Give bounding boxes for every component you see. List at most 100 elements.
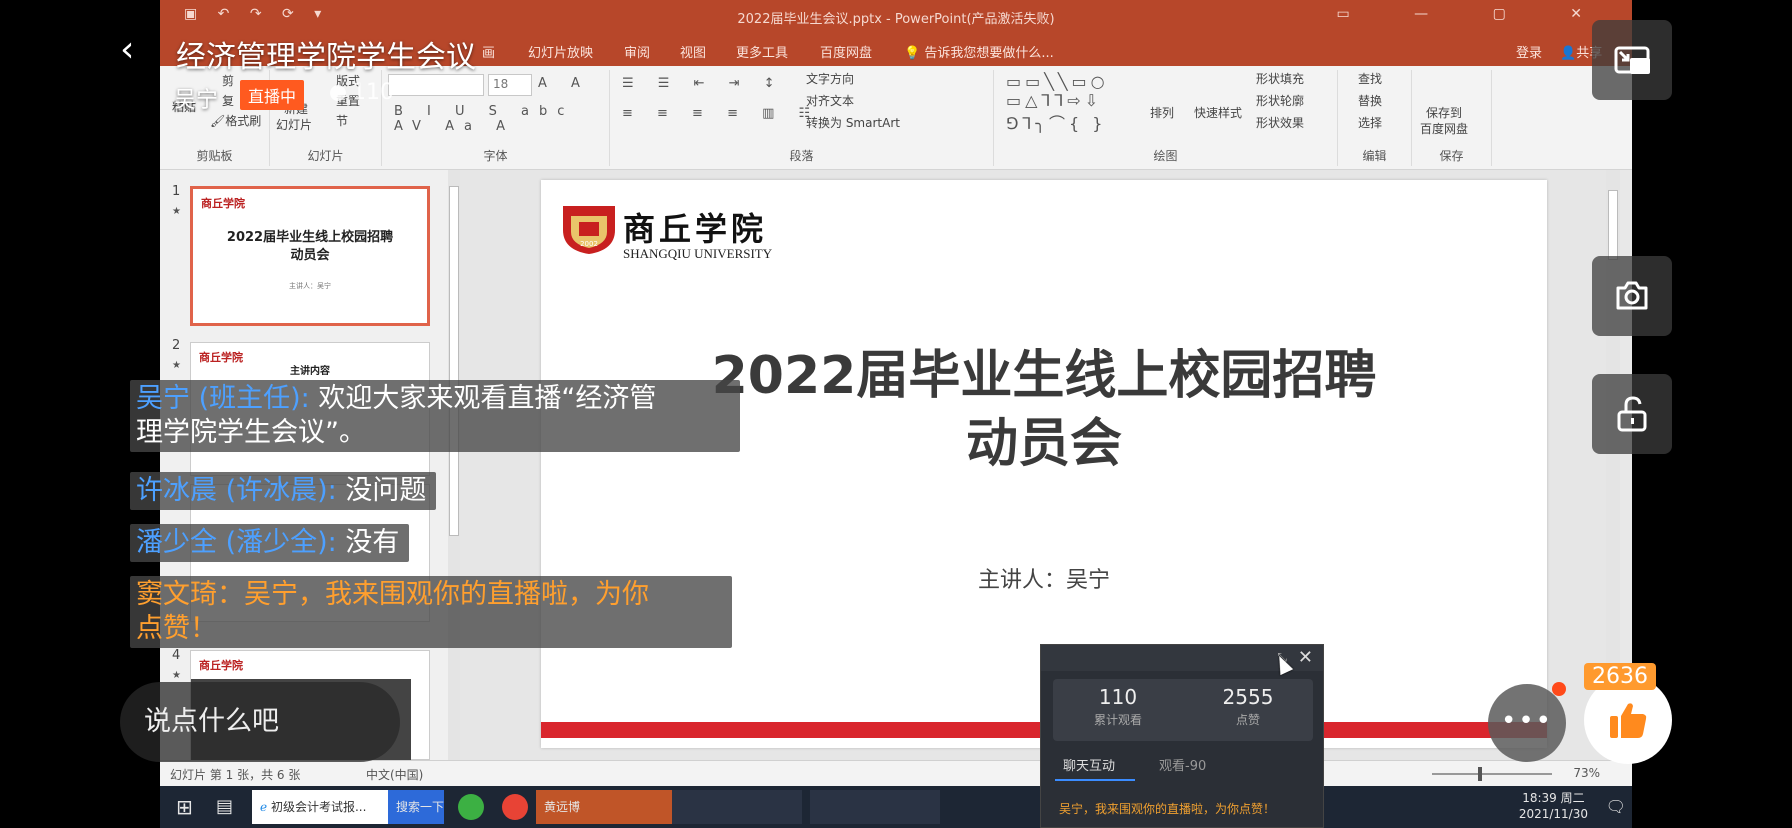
- taskbar-app-3[interactable]: [810, 790, 940, 824]
- total-views-value: 110: [1098, 685, 1138, 709]
- group-font: 18 A A B I U S abc AV Aa A 字体: [382, 70, 610, 166]
- thumb-title: 主讲内容: [290, 366, 330, 377]
- tell-me-search[interactable]: 💡 告诉我您想要做什么...: [904, 42, 1054, 61]
- editing-label: 编辑: [1362, 149, 1387, 163]
- screen-lock-button[interactable]: [1592, 374, 1672, 454]
- replace-button[interactable]: 替换: [1358, 92, 1382, 109]
- scroll-handle[interactable]: [1608, 190, 1618, 260]
- close-icon[interactable]: ✕: [1298, 647, 1313, 668]
- text-direction-button[interactable]: 文字方向: [806, 70, 854, 87]
- notification-icon[interactable]: 🗨: [1598, 790, 1626, 824]
- screenshot-button[interactable]: [1592, 256, 1672, 336]
- thumb-number-4: 4: [172, 648, 181, 663]
- chat-text-cont: 理学院学生会议”。: [136, 417, 366, 448]
- shapes-gallery-icon[interactable]: ▭▭╲╲▭○ ▭△⅂⅂⇨⇩ ⅁⅂╮⌒{ }: [1006, 72, 1109, 134]
- taskbar-browser-label: 初级会计考试报...: [270, 800, 367, 814]
- chat-message: 吴宁 (班主任): 欢迎大家来观看直播“经济管 理学院学生会议”。: [130, 380, 740, 452]
- clock[interactable]: 18:39 周二 2021/11/30: [1519, 790, 1588, 822]
- status-bar: 幻灯片 第 1 张，共 6 张 中文(中国) 73%: [160, 760, 1632, 786]
- back-chevron-icon[interactable]: ‹: [120, 30, 150, 70]
- chat-nick[interactable]: 潘少全 (潘少全):: [136, 527, 345, 558]
- language-indicator[interactable]: 中文(中国): [366, 766, 423, 783]
- task-view-icon[interactable]: ▤: [208, 790, 233, 824]
- font-size-grow-icon[interactable]: A A: [538, 76, 590, 91]
- arrange-button[interactable]: 排列: [1150, 104, 1174, 121]
- login-link[interactable]: 登录: [1516, 42, 1542, 61]
- camera-icon: [1616, 281, 1648, 310]
- more-button[interactable]: •••: [1488, 684, 1566, 762]
- tab-view[interactable]: 视图: [680, 42, 706, 61]
- zoom-slider[interactable]: [1432, 773, 1552, 775]
- shape-outline-button[interactable]: 形状轮廓: [1256, 92, 1304, 109]
- tab-slideshow[interactable]: 幻灯片放映: [528, 42, 593, 61]
- tab-baidu-pan[interactable]: 百度网盘: [820, 42, 872, 61]
- zoom-level[interactable]: 73%: [1573, 766, 1600, 780]
- star-icon: ★: [172, 206, 181, 217]
- picture-in-picture-icon: [1614, 46, 1650, 74]
- app-360-icon[interactable]: [458, 794, 484, 820]
- university-seal-icon: 2002: [563, 206, 615, 254]
- pip-button[interactable]: [1592, 20, 1672, 100]
- ie-icon: ℯ: [260, 800, 268, 814]
- format-painter-label: 格式刷: [225, 114, 262, 128]
- taskbar-browser-tab[interactable]: ℯ 初级会计考试报...: [252, 790, 388, 824]
- shape-effects-button[interactable]: 形状效果: [1256, 114, 1304, 131]
- brush-icon: 🖌: [210, 114, 226, 128]
- taskbar-search-button[interactable]: 搜索一下: [388, 790, 444, 824]
- chat-nick[interactable]: 许冰晨 (许冰晨):: [136, 475, 345, 506]
- slides-label: 幻灯片: [307, 149, 344, 163]
- font-size-input[interactable]: 18: [488, 74, 532, 96]
- tab-review[interactable]: 审阅: [624, 42, 650, 61]
- user-icon: 👤: [1560, 46, 1577, 61]
- chat-nick[interactable]: 吴宁 (班主任):: [136, 383, 318, 414]
- section-button[interactable]: 节: [336, 112, 348, 129]
- font-name-input[interactable]: [388, 74, 484, 96]
- tab-chat-interaction[interactable]: 聊天互动: [1063, 755, 1115, 774]
- chat-text: 没有: [345, 527, 400, 558]
- thumbnail-pane: 1 ★ 商丘学院 2022届毕业生线上校园招聘动员会 主讲人：吴宁 2 ★ 商丘…: [160, 170, 460, 761]
- align-icons[interactable]: ≡ ≡ ≡ ≡ ▥ ☷: [622, 106, 820, 121]
- align-text-button[interactable]: 对齐文本: [806, 92, 854, 109]
- save-to-baidu-button[interactable]: 保存到: [1426, 104, 1462, 121]
- shape-fill-button[interactable]: 形状填充: [1256, 70, 1304, 87]
- chat-message-like: 窦文琦：吴宁，我来围观你的直播啦，为你 点赞！: [130, 576, 732, 648]
- smartart-button[interactable]: 转换为 SmartArt: [806, 114, 900, 131]
- taskbar-app-2[interactable]: [672, 790, 802, 824]
- chrome-icon[interactable]: [502, 794, 528, 820]
- find-button[interactable]: 查找: [1358, 70, 1382, 87]
- format-painter-button[interactable]: 🖌格式刷: [210, 112, 261, 129]
- thumb-number-1: 1: [172, 184, 181, 199]
- list-icons[interactable]: ☰ ☰ ⇤ ⇥ ↕: [622, 76, 785, 91]
- live-status-badge: 直播中: [240, 80, 305, 110]
- window-controls[interactable]: ▭ — ▢ ✕: [1336, 6, 1612, 22]
- thumbnail-scrollbar[interactable]: [448, 170, 460, 760]
- windows-taskbar: ⊞ ▤ ℯ 初级会计考试报... 搜索一下 黄远博 ▰ ▣ ◼ ▭ 🔊 ⌃ 英 …: [160, 786, 1632, 828]
- tab-viewers[interactable]: 观看-90: [1159, 755, 1206, 774]
- viewer-count[interactable]: 110: [330, 80, 394, 105]
- taskbar-user-app[interactable]: 黄远博: [536, 790, 672, 824]
- chat-text-cont: 点赞！: [136, 613, 217, 644]
- comment-input[interactable]: 说点什么吧: [120, 682, 400, 762]
- logo-english: SHANGQIU UNIVERSITY: [623, 246, 773, 261]
- chat-text: 吴宁，我来围观你的直播啦，为你: [244, 579, 649, 610]
- slide-thumbnail-1[interactable]: 商丘学院 2022届毕业生线上校园招聘动员会 主讲人：吴宁: [190, 186, 430, 326]
- font-format-icons[interactable]: B I U S abc AV Aa A: [394, 104, 609, 134]
- quick-styles-button[interactable]: 快速样式: [1194, 104, 1242, 121]
- chat-nick[interactable]: 窦文琦：: [136, 579, 244, 610]
- thumb-logo: 商丘学院: [201, 197, 245, 210]
- windows-start-icon[interactable]: ⊞: [168, 790, 193, 824]
- tab-more-tools[interactable]: 更多工具: [736, 42, 788, 61]
- select-button[interactable]: 选择: [1358, 114, 1382, 131]
- copy-button[interactable]: 复: [222, 92, 234, 109]
- logo-chinese: 商丘学院: [623, 210, 768, 248]
- save-label: 保存: [1439, 149, 1464, 163]
- scroll-handle[interactable]: [449, 186, 459, 536]
- paragraph-label: 段落: [789, 149, 814, 163]
- zoom-slider-knob[interactable]: [1478, 767, 1482, 781]
- popup-message: 吴宁，我来围观你的直播啦，为你点赞！: [1059, 802, 1276, 816]
- tab-draw[interactable]: 画: [482, 42, 495, 61]
- host-name[interactable]: 吴宁: [174, 82, 218, 114]
- more-dots-icon: •••: [1500, 706, 1553, 736]
- thumb-number-2: 2: [172, 338, 181, 353]
- group-editing: 查找 替换 选择 编辑: [1338, 70, 1412, 166]
